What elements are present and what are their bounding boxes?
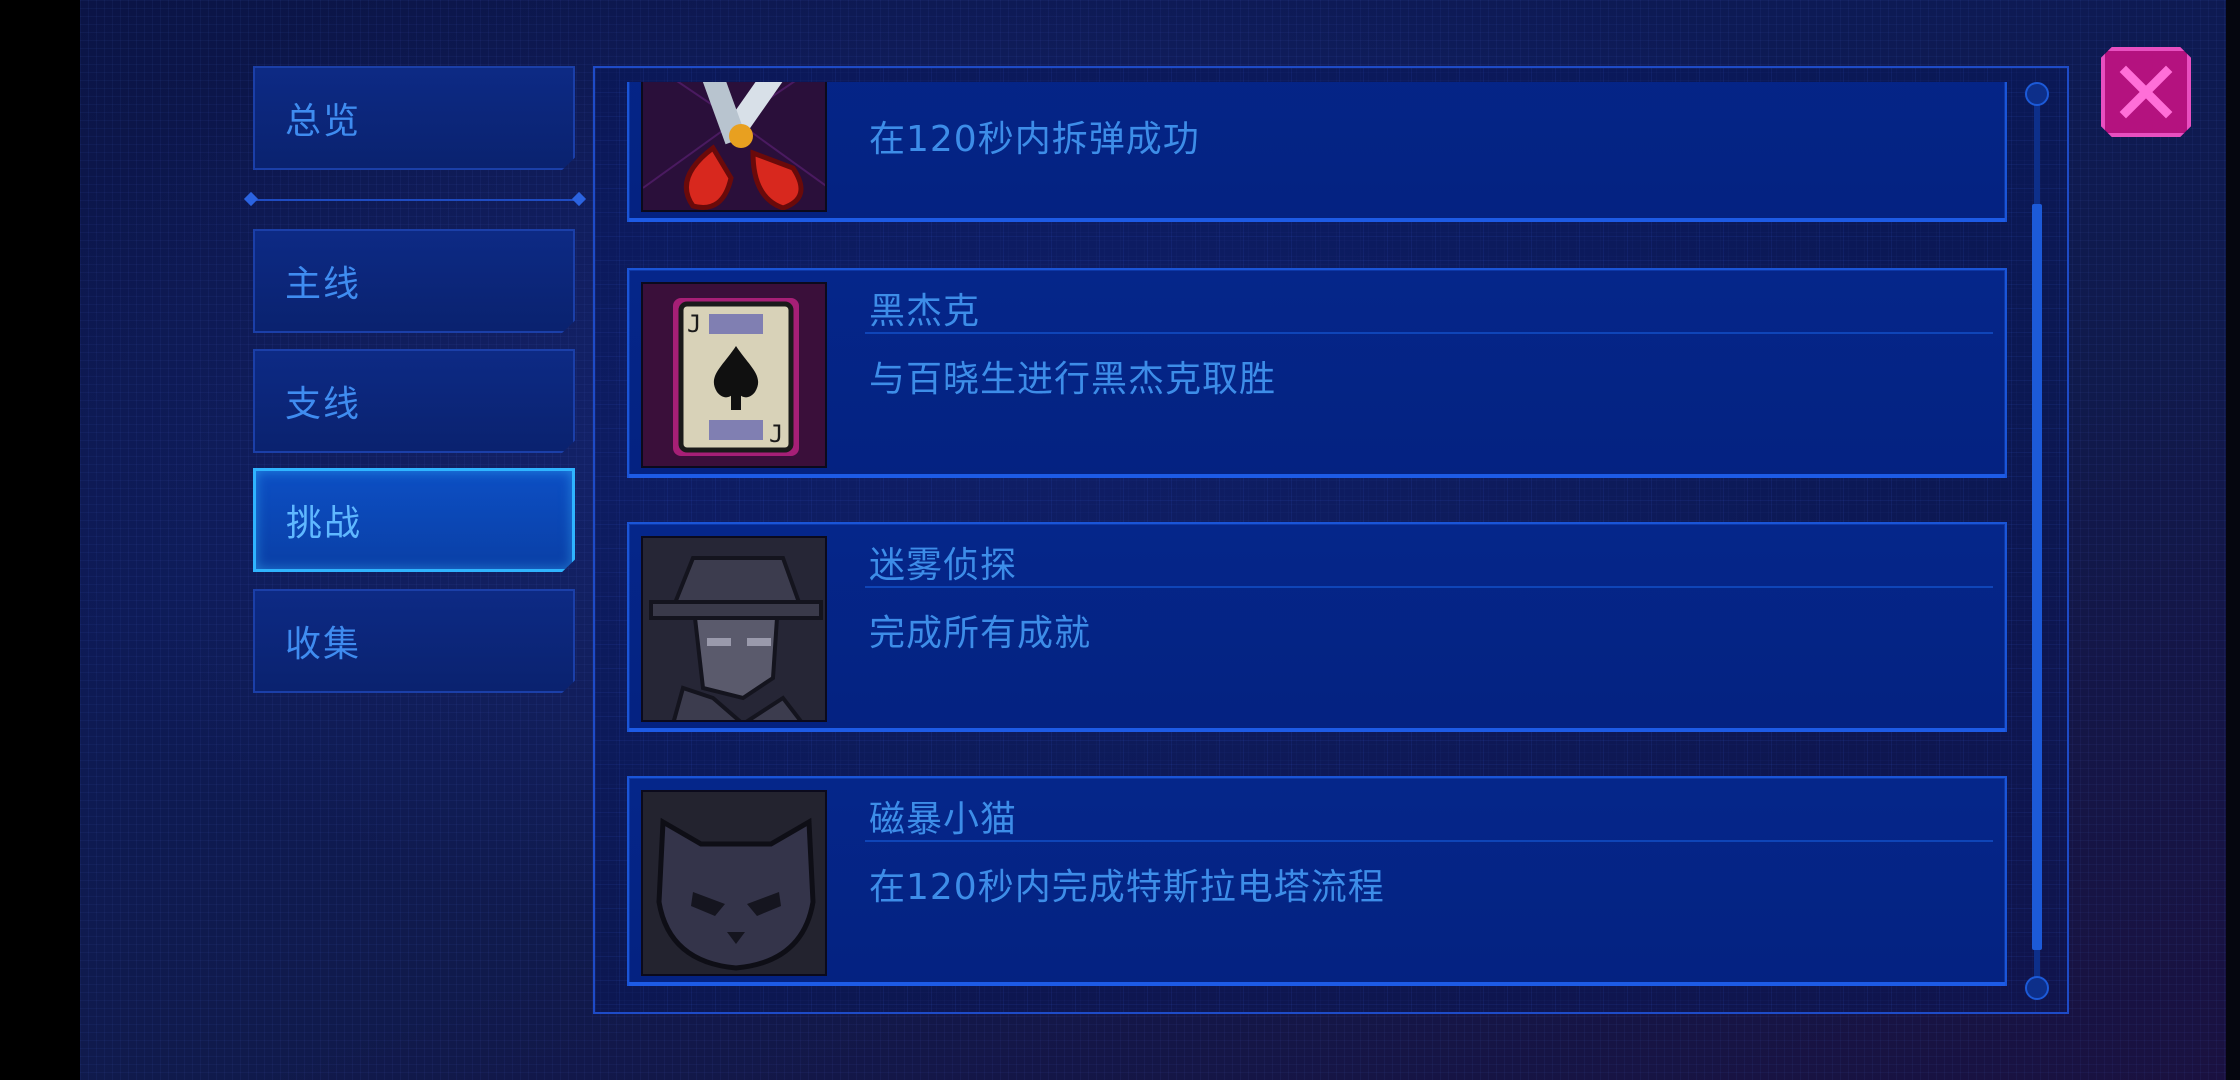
achievement-card[interactable]: 迷雾侦探 完成所有成就 <box>627 522 2007 732</box>
pliers-icon <box>641 82 827 212</box>
tab-label: 收集 <box>285 624 362 665</box>
achievement-description: 与百晓生进行黑杰克取胜 <box>869 359 1277 400</box>
title-underline <box>865 586 1993 588</box>
achievement-description: 在120秒内完成特斯拉电塔流程 <box>869 867 1385 908</box>
achievement-description: 完成所有成就 <box>869 613 1092 654</box>
achievement-card[interactable]: 在120秒内拆弹成功 <box>627 82 2007 222</box>
tab-label: 总览 <box>285 101 362 142</box>
title-underline <box>865 840 1993 842</box>
tab-label: 主线 <box>285 264 362 305</box>
tab-collection[interactable]: 收集 <box>253 589 575 693</box>
tab-label: 支线 <box>285 384 362 425</box>
left-screen-edge <box>0 0 80 1080</box>
list-scrollbar[interactable] <box>2025 82 2049 1000</box>
svg-text:J: J <box>769 420 783 448</box>
tab-main-quest[interactable]: 主线 <box>253 229 575 333</box>
achievement-title: 黑杰克 <box>869 291 981 332</box>
scrollbar-top-cap <box>2025 82 2049 106</box>
achievement-list[interactable]: 在120秒内拆弹成功 J J 黑杰克 与百晓生进行黑杰克取胜 迷雾侦探 完成所有… <box>625 82 2011 1002</box>
achievement-description: 在120秒内拆弹成功 <box>869 119 1200 160</box>
playing-card-jack-icon: J J <box>641 282 827 468</box>
achievement-title: 迷雾侦探 <box>869 545 1018 586</box>
right-screen-edge <box>2226 0 2240 1080</box>
tab-label: 挑战 <box>286 503 363 544</box>
tab-overview[interactable]: 总览 <box>253 66 575 170</box>
close-button[interactable] <box>2101 47 2191 137</box>
achievement-title: 磁暴小猫 <box>869 799 1018 840</box>
scrollbar-thumb[interactable] <box>2032 204 2042 950</box>
achievement-card[interactable]: 磁暴小猫 在120秒内完成特斯拉电塔流程 <box>627 776 2007 986</box>
svg-text:J: J <box>687 310 701 338</box>
achievement-card[interactable]: J J 黑杰克 与百晓生进行黑杰克取胜 <box>627 268 2007 478</box>
achievement-screen: 总览 主线 支线 挑战 收集 在120秒内拆弹成功 J J 黑杰克 与百晓生进行… <box>0 0 2240 1080</box>
tab-challenge[interactable]: 挑战 <box>253 468 575 572</box>
close-icon <box>2119 65 2173 119</box>
scrollbar-bottom-cap <box>2025 976 2049 1000</box>
sidebar-divider <box>250 199 580 201</box>
cat-icon <box>641 790 827 976</box>
detective-icon <box>641 536 827 722</box>
title-underline <box>865 332 1993 334</box>
tab-side-quest[interactable]: 支线 <box>253 349 575 453</box>
